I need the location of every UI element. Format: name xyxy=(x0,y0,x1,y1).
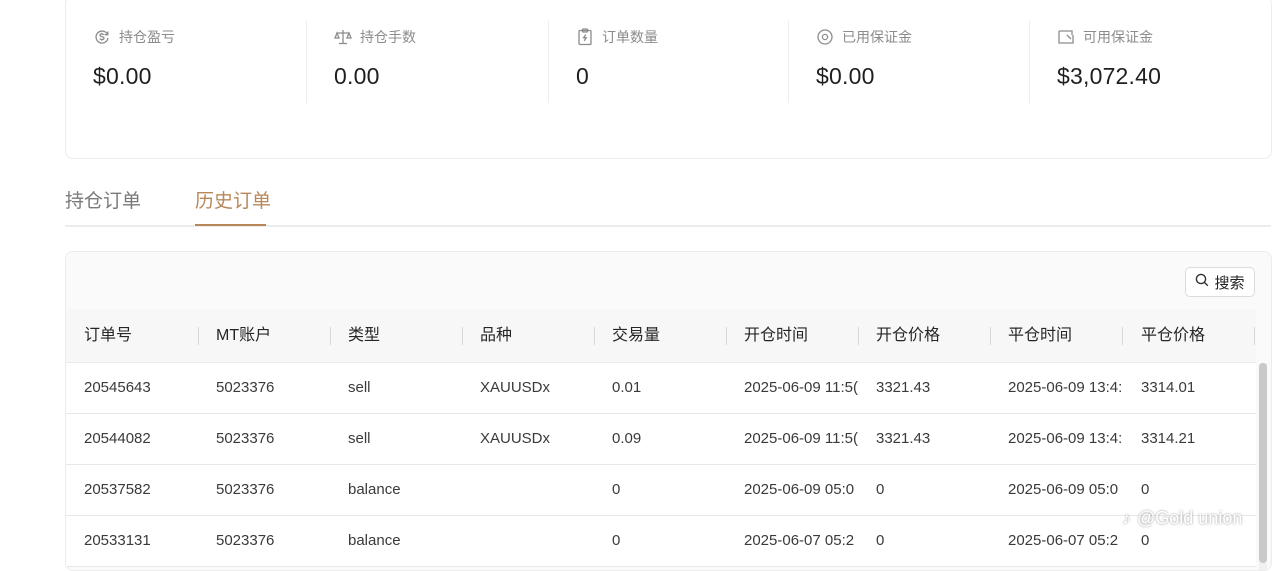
table-row[interactable]: 20544082 5023376 sell XAUUSDx 0.09 2025-… xyxy=(66,414,1256,465)
table-row[interactable]: 20545643 5023376 sell XAUUSDx 0.01 2025-… xyxy=(66,363,1256,414)
stat-floating-pnl: 持仓盈亏 $0.00 xyxy=(93,25,175,103)
search-button[interactable]: 搜索 xyxy=(1185,267,1255,297)
col-order-id[interactable]: 订单号 xyxy=(84,309,132,363)
cell-close-time: 2025-06-09 05:0 xyxy=(1008,481,1119,498)
cell-close-time: 2025-06-07 05:2 xyxy=(1008,532,1119,549)
column-separator xyxy=(198,327,199,345)
column-separator xyxy=(990,327,991,345)
dollar-cycle-icon xyxy=(93,28,111,46)
cell-order-id: 20544082 xyxy=(84,430,151,447)
table-row[interactable]: 20533131 5023376 balance 0 2025-06-07 05… xyxy=(66,516,1256,567)
cell-symbol: XAUUSDx xyxy=(480,430,551,447)
stat-label: 已用保证金 xyxy=(842,29,912,45)
column-separator xyxy=(1122,327,1123,345)
stat-label: 持仓盈亏 xyxy=(119,29,175,45)
cell-symbol: XAUUSDx xyxy=(480,379,551,396)
stat-value: $3,072.40 xyxy=(1057,63,1162,89)
cell-mt-account: 5023376 xyxy=(216,532,275,549)
stat-value: 0 xyxy=(576,63,589,89)
cell-symbol xyxy=(480,516,600,566)
cell-type: sell xyxy=(348,430,371,447)
cell-volume: 0.01 xyxy=(612,379,642,396)
col-mt-account[interactable]: MT账户 xyxy=(216,309,271,363)
column-separator xyxy=(330,327,331,345)
scale-icon xyxy=(334,28,352,46)
cell-order-id: 20533131 xyxy=(84,532,151,549)
col-close-price[interactable]: 平仓价格 xyxy=(1141,309,1205,363)
col-type[interactable]: 类型 xyxy=(348,309,380,363)
stat-order-count: 订单数量 0 xyxy=(576,25,658,103)
col-close-time[interactable]: 平仓时间 xyxy=(1008,309,1072,363)
cell-close-price: 3314.01 xyxy=(1141,379,1196,396)
cell-open-price: 0 xyxy=(876,532,885,549)
search-icon xyxy=(1195,273,1209,291)
cell-order-id: 20537582 xyxy=(84,481,151,498)
table-toolbar: 搜索 xyxy=(66,252,1271,308)
music-note-icon: ♪ xyxy=(1122,508,1131,528)
cell-type: balance xyxy=(348,481,401,498)
stat-position-lots: 持仓手数 0.00 xyxy=(334,25,416,103)
order-tabs: 持仓订单 历史订单 xyxy=(65,176,1271,227)
stat-used-margin: 已用保证金 $0.00 xyxy=(816,25,912,103)
table-body: 20545643 5023376 sell XAUUSDx 0.01 2025-… xyxy=(66,363,1256,567)
column-separator xyxy=(858,327,859,345)
cell-open-time: 2025-06-09 11:5( xyxy=(744,379,858,396)
cell-open-time: 2025-06-09 05:0 xyxy=(744,481,855,498)
scrollbar-thumb[interactable] xyxy=(1259,363,1267,563)
stat-label: 可用保证金 xyxy=(1083,29,1153,45)
stat-value: 0.00 xyxy=(334,63,380,89)
cell-volume: 0.09 xyxy=(612,430,642,447)
tab-history-orders[interactable]: 历史订单 xyxy=(195,186,271,213)
clipboard-icon xyxy=(576,28,594,46)
cell-open-price: 3321.43 xyxy=(876,379,931,396)
column-separator xyxy=(1254,327,1255,345)
cell-close-time: 2025-06-09 13:4: xyxy=(1008,379,1123,396)
col-open-price[interactable]: 开仓价格 xyxy=(876,309,940,363)
stat-value: $0.00 xyxy=(816,63,875,89)
column-separator xyxy=(726,327,727,345)
search-label: 搜索 xyxy=(1214,274,1245,292)
cell-type: sell xyxy=(348,379,371,396)
cell-symbol xyxy=(480,465,600,515)
watermark-text: @Gold union xyxy=(1137,508,1243,528)
tab-open-orders[interactable]: 持仓订单 xyxy=(65,186,141,213)
col-volume[interactable]: 交易量 xyxy=(612,309,660,363)
stat-label: 订单数量 xyxy=(602,29,658,45)
cell-close-time: 2025-06-09 13:4: xyxy=(1008,430,1123,447)
table-header: 订单号 MT账户 类型 品种 交易量 开仓时间 开仓价格 平仓时间 平仓价格 xyxy=(66,309,1256,363)
coin-icon xyxy=(816,28,834,46)
divider xyxy=(306,21,307,103)
cell-mt-account: 5023376 xyxy=(216,481,275,498)
column-separator xyxy=(462,327,463,345)
active-tab-indicator xyxy=(195,224,266,226)
stat-label: 持仓手数 xyxy=(360,29,416,45)
cell-close-price: 3314.21 xyxy=(1141,430,1196,447)
wallet-icon xyxy=(1057,28,1075,46)
cell-open-time: 2025-06-07 05:2 xyxy=(744,532,855,549)
cell-open-time: 2025-06-09 11:5( xyxy=(744,430,858,447)
cell-volume: 0 xyxy=(612,532,621,549)
watermark: ♪ @Gold union xyxy=(1122,508,1242,529)
table-row[interactable]: 20537582 5023376 balance 0 2025-06-09 05… xyxy=(66,465,1256,516)
account-summary-card: 持仓盈亏 $0.00 持仓手数 0.00 订单数量 0 已用保证金 $0.00 … xyxy=(65,0,1272,159)
stat-free-margin: 可用保证金 $3,072.40 xyxy=(1057,25,1161,103)
column-separator xyxy=(594,327,595,345)
col-open-time[interactable]: 开仓时间 xyxy=(744,309,808,363)
cell-order-id: 20545643 xyxy=(84,379,151,396)
divider xyxy=(788,21,789,103)
divider xyxy=(548,21,549,103)
stat-value: $0.00 xyxy=(93,63,152,89)
divider xyxy=(1029,21,1030,103)
cell-volume: 0 xyxy=(612,481,621,498)
cell-mt-account: 5023376 xyxy=(216,430,275,447)
history-orders-table: 搜索 订单号 MT账户 类型 品种 交易量 开仓时间 开仓价格 平仓时间 平仓价… xyxy=(65,251,1272,571)
cell-mt-account: 5023376 xyxy=(216,379,275,396)
cell-open-price: 3321.43 xyxy=(876,430,931,447)
col-symbol[interactable]: 品种 xyxy=(480,309,512,363)
cell-type: balance xyxy=(348,532,401,549)
vertical-scrollbar[interactable] xyxy=(1259,363,1267,570)
cell-open-price: 0 xyxy=(876,481,885,498)
